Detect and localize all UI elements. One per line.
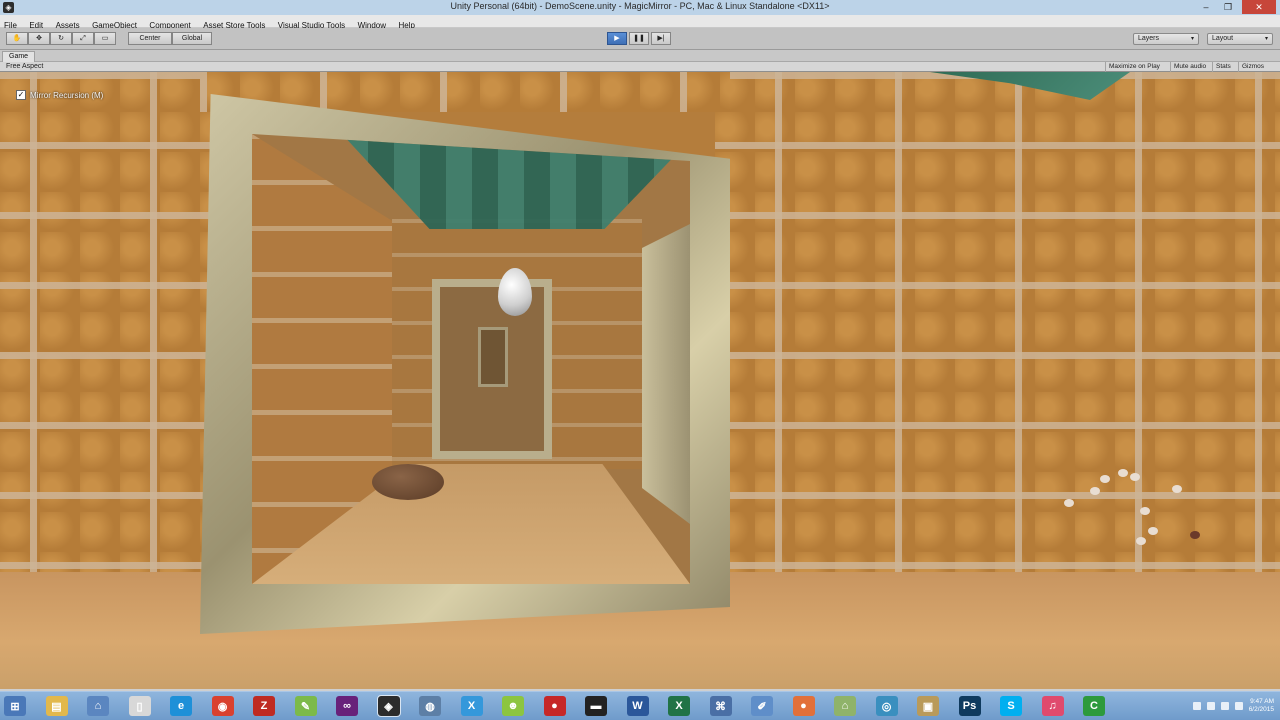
maximize-button[interactable]: ❐ [1218,0,1238,14]
xamarin-icon[interactable]: X [460,696,483,716]
windows-taskbar: ⊞ ▤ ⌂ ▯ e ◉ Z ✎ ∞ ◈ ◍ X ☻ ● ▬ W X ⌘ ✐ ● ⌂ ◎ ▣ Ps S ♫ C 9:47 AM 6/2… [0,691,1280,720]
document-icon[interactable]: ▯ [128,696,151,716]
menu-bar: File Edit Assets GameObject Component As… [0,15,1280,30]
layers-dropdown[interactable]: Layers ▾ [1133,33,1199,45]
reflected-mirror-frame [642,224,690,524]
visual-studio-icon[interactable]: ∞ [336,696,358,716]
mute-audio-toggle[interactable]: Mute audio [1170,62,1209,72]
recursive-mirror [478,327,508,387]
rotate-tool-icon[interactable]: ↻ [50,32,72,45]
tray-icon[interactable] [1192,702,1201,710]
itunes-icon[interactable]: ♫ [1041,696,1064,716]
step-button[interactable]: ▶| [651,32,671,45]
excel-icon[interactable]: X [668,696,690,716]
reflected-inner-mirror [432,279,552,459]
window-title: Unity Personal (64bit) - DemoScene.unity… [450,1,830,11]
layers-label: Layers [1138,35,1160,42]
mirror-recursion-toggle[interactable]: ✓ Mirror Recursion (M) [16,90,103,100]
start-icon[interactable]: ⊞ [4,696,26,716]
notepad-plus-icon[interactable]: ✎ [294,696,317,716]
hand-tool-icon[interactable]: ✋ [6,32,28,45]
photoshop-icon[interactable]: Ps [958,696,981,716]
clock-date: 6/2/2015 [1248,706,1274,713]
game-tab-label: Game [9,53,29,60]
terminal-icon[interactable]: ▬ [585,696,607,716]
home-icon[interactable]: ⌂ [834,696,856,716]
rect-tool-icon[interactable]: ▭ [94,32,116,45]
filezilla-icon[interactable]: Z [253,696,275,716]
file-explorer-icon[interactable]: ▤ [45,696,68,716]
network-tool-icon[interactable]: ⌘ [709,696,732,716]
unity-icon[interactable]: ◈ [376,695,401,717]
tray-icon[interactable] [1206,702,1215,710]
network-icon[interactable]: ⌂ [87,696,109,716]
reflected-rock [372,464,444,500]
archive-icon[interactable]: ▣ [917,696,939,716]
volume-icon[interactable] [1220,702,1229,710]
game-view-controls: Free Aspect Maximize on Play Mute audio … [0,62,1280,72]
stats-toggle[interactable]: Stats [1212,62,1234,72]
clock-time: 9:47 AM [1250,698,1274,705]
pause-button[interactable]: ❚❚ [629,32,649,45]
space-global-toggle[interactable]: Global [172,32,212,45]
globe-icon[interactable]: ◎ [875,696,898,716]
chevron-down-icon: ▾ [1264,36,1268,42]
android-icon[interactable]: ☻ [502,696,524,716]
layout-dropdown[interactable]: Layout ▾ [1207,33,1273,45]
game-tab-bar: Game [0,50,1280,62]
skype-icon[interactable]: S [1000,696,1022,716]
gizmos-dropdown[interactable]: Gizmos [1238,62,1267,72]
internet-explorer-icon[interactable]: e [170,696,192,716]
move-tool-icon[interactable]: ✥ [28,32,50,45]
layout-label: Layout [1212,35,1234,42]
pivot-label: Center [139,35,161,42]
chrome-icon[interactable]: ◉ [211,696,234,716]
orange-app-icon[interactable]: ● [792,696,815,716]
clock[interactable]: 9:47 AM 6/2/2015 [1249,698,1274,714]
game-viewport[interactable]: ✓ Mirror Recursion (M) [0,72,1280,689]
title-bar: ◈ Unity Personal (64bit) - DemoScene.uni… [0,0,1280,15]
chevron-down-icon: ▾ [1190,36,1194,42]
checkbox[interactable]: ✓ [16,90,26,100]
word-icon[interactable]: W [626,696,649,716]
network-icon[interactable] [1234,702,1243,710]
system-tray: 9:47 AM 6/2/2015 [1192,696,1274,716]
minimize-button[interactable]: – [1196,0,1216,14]
mirror-recursion-label: Mirror Recursion (M) [30,90,104,100]
close-button[interactable]: ✕ [1242,0,1276,14]
blossom-tree [1060,467,1210,597]
aspect-dropdown[interactable]: Free Aspect [6,62,43,72]
scale-tool-icon[interactable]: ⤢ [72,32,94,45]
paint-icon[interactable]: ✐ [751,696,773,716]
mirror-reflection [252,134,690,584]
monodevelop-icon[interactable]: ◍ [419,696,441,716]
maximize-on-play-toggle[interactable]: Maximize on Play [1105,62,1163,72]
main-toolbar: ✋ ✥ ↻ ⤢ ▭ Center Global ▶ ❚❚ ▶| Layers ▾… [0,28,1280,50]
space-label: Global [181,35,203,42]
camtasia-icon[interactable]: C [1083,696,1105,716]
tab-game[interactable]: Game [2,51,36,62]
pivot-center-toggle[interactable]: Center [128,32,172,45]
play-button[interactable]: ▶ [607,32,627,45]
record-icon[interactable]: ● [543,696,566,716]
